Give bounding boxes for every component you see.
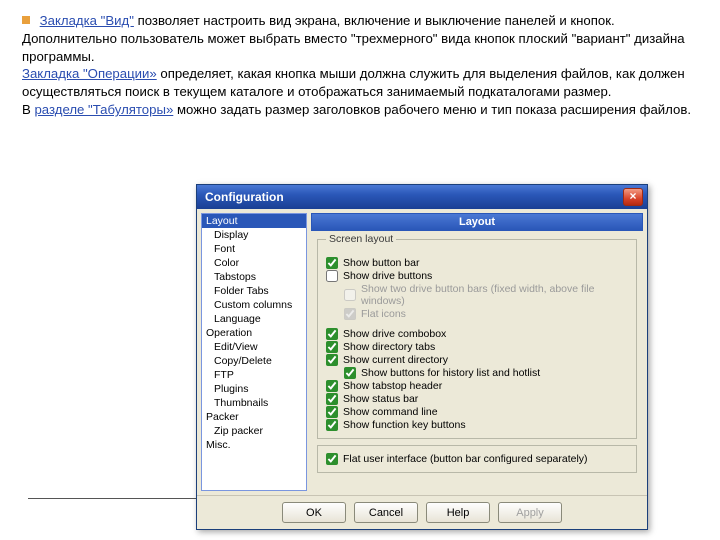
tree-item[interactable]: Layout xyxy=(202,214,306,228)
link-operations-tab[interactable]: Закладка "Операции» xyxy=(22,66,157,81)
tree-item[interactable]: Color xyxy=(202,256,306,270)
tree-item[interactable]: Operation xyxy=(202,326,306,340)
chk-drive-combobox[interactable]: Show drive combobox xyxy=(326,328,628,340)
screen-layout-group: Screen layout Show button bar Show drive… xyxy=(317,239,637,439)
chk-tabstop-header[interactable]: Show tabstop header xyxy=(326,380,628,392)
intro-text: Закладка "Вид" позволяет настроить вид э… xyxy=(0,0,720,121)
help-button[interactable]: Help xyxy=(426,502,490,523)
chk-history-buttons[interactable]: Show buttons for history list and hotlis… xyxy=(344,367,628,379)
chk-function-keys[interactable]: Show function key buttons xyxy=(326,419,628,431)
link-tabstops[interactable]: разделе "Табуляторы» xyxy=(34,102,173,117)
tree-item[interactable]: Plugins xyxy=(202,382,306,396)
chk-flat-icons: Flat icons xyxy=(344,308,628,320)
tree-item[interactable]: Font xyxy=(202,242,306,256)
chk-directory-tabs[interactable]: Show directory tabs xyxy=(326,341,628,353)
ok-button[interactable]: OK xyxy=(282,502,346,523)
group-legend: Screen layout xyxy=(326,233,396,245)
tree-item[interactable]: Thumbnails xyxy=(202,396,306,410)
intro-p3: можно задать размер заголовков рабочего … xyxy=(173,102,691,117)
tree-item[interactable]: Edit/View xyxy=(202,340,306,354)
chk-show-drive-buttons[interactable]: Show drive buttons xyxy=(326,270,628,282)
tree-item[interactable]: Tabstops xyxy=(202,270,306,284)
intro-p3-pre: В xyxy=(22,102,34,117)
cancel-button[interactable]: Cancel xyxy=(354,502,418,523)
flat-ui-group: Flat user interface (button bar configur… xyxy=(317,445,637,473)
panel-title: Layout xyxy=(311,213,643,231)
chk-current-directory[interactable]: Show current directory xyxy=(326,354,628,366)
bullet-icon xyxy=(22,16,30,24)
tree-item[interactable]: Zip packer xyxy=(202,424,306,438)
tree-item[interactable]: Custom columns xyxy=(202,298,306,312)
apply-button[interactable]: Apply xyxy=(498,502,562,523)
chk-command-line[interactable]: Show command line xyxy=(326,406,628,418)
chk-status-bar[interactable]: Show status bar xyxy=(326,393,628,405)
tree-item[interactable]: Copy/Delete xyxy=(202,354,306,368)
titlebar[interactable]: Configuration × xyxy=(197,185,647,209)
tree-item[interactable]: Language xyxy=(202,312,306,326)
tree-item[interactable]: Display xyxy=(202,228,306,242)
tree-item[interactable]: Misc. xyxy=(202,438,306,452)
window-title: Configuration xyxy=(205,190,284,204)
tree-item[interactable]: FTP xyxy=(202,368,306,382)
dialog-buttons: OK Cancel Help Apply xyxy=(197,495,647,529)
link-view-tab[interactable]: Закладка "Вид" xyxy=(40,13,134,28)
tree-item[interactable]: Folder Tabs xyxy=(202,284,306,298)
chk-show-button-bar[interactable]: Show button bar xyxy=(326,257,628,269)
category-tree[interactable]: LayoutDisplayFontColorTabstopsFolder Tab… xyxy=(201,213,307,491)
tree-item[interactable]: Packer xyxy=(202,410,306,424)
configuration-dialog: Configuration × LayoutDisplayFontColorTa… xyxy=(196,184,648,530)
chk-flat-ui[interactable]: Flat user interface (button bar configur… xyxy=(326,453,628,465)
chk-two-drive-bars: Show two drive button bars (fixed width,… xyxy=(344,283,628,307)
close-icon[interactable]: × xyxy=(623,188,643,206)
